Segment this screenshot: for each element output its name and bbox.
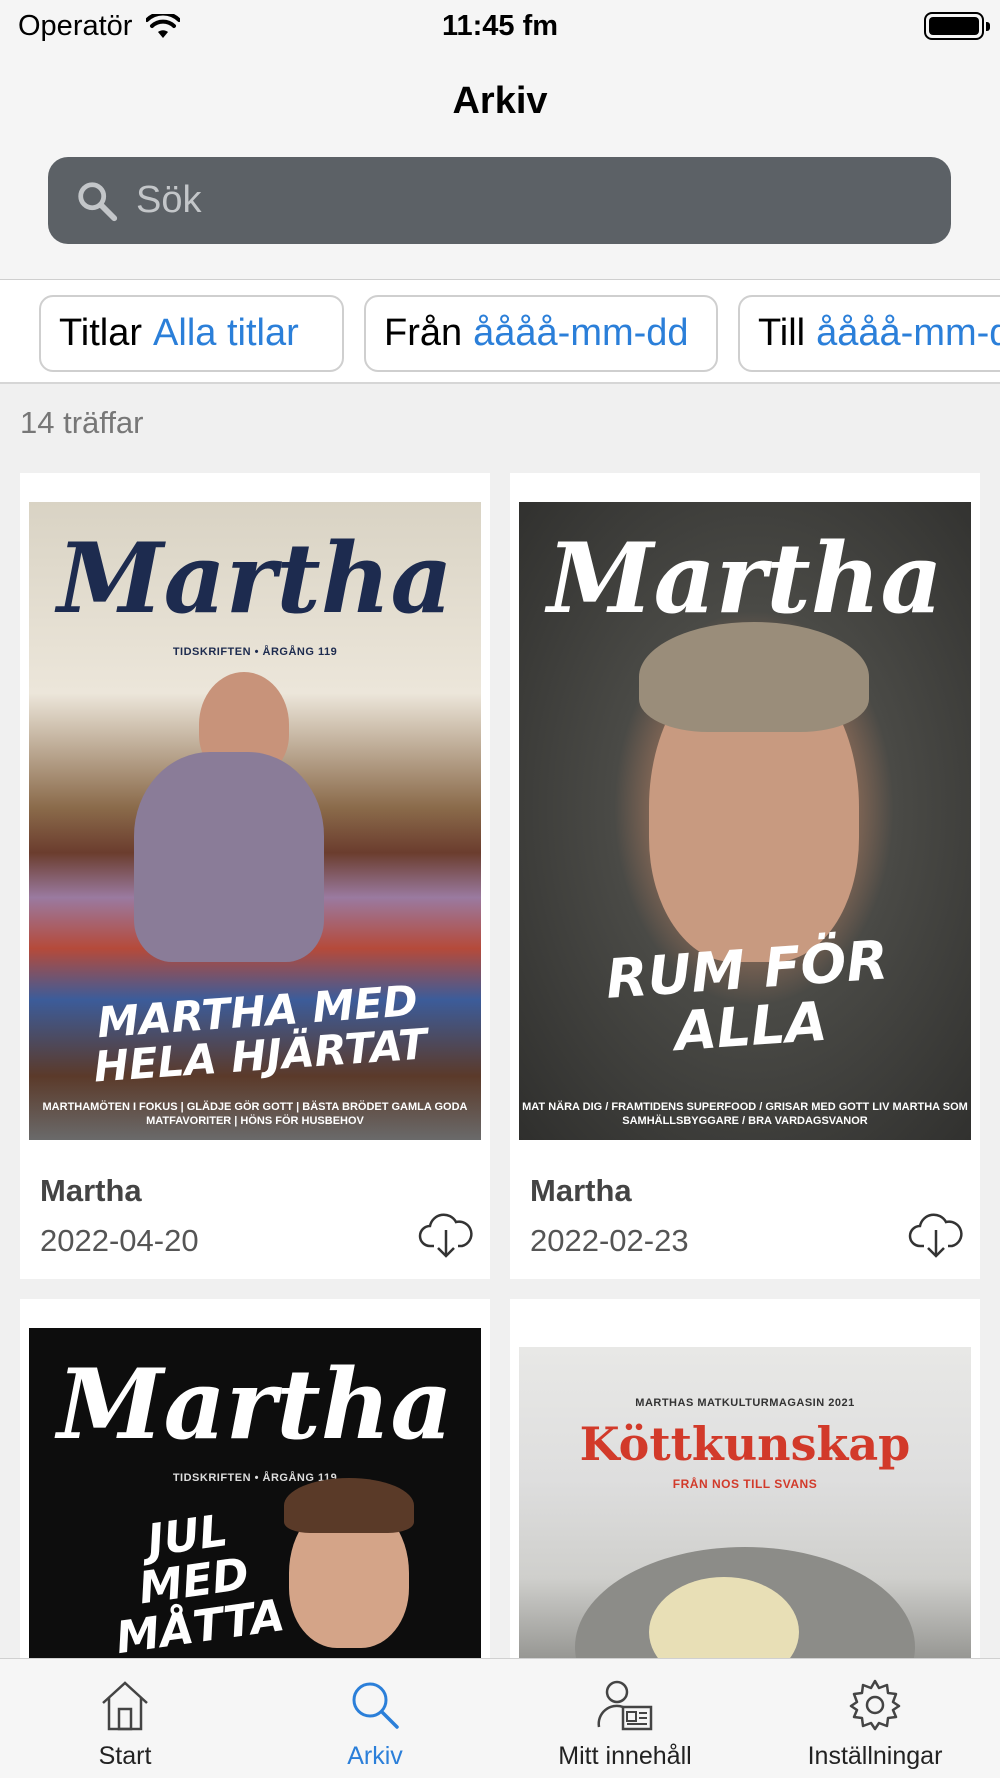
cloud-download-icon[interactable] — [418, 1208, 474, 1260]
tab-installningar[interactable]: Inställningar — [750, 1659, 1000, 1778]
cover-headline: JUL MED MÅTTA — [112, 1505, 288, 1658]
search-icon — [78, 181, 118, 221]
tab-arkiv[interactable]: Arkiv — [250, 1659, 500, 1778]
cover-photo-sweater — [134, 752, 324, 962]
issue-cover[interactable]: Martha TIDSKRIFTEN • ÅRGÅNG 119 JUL MED … — [29, 1328, 481, 1658]
search-placeholder: Sök — [136, 179, 202, 221]
cover-logo: Martha — [57, 522, 453, 635]
status-time: 11:45 fm — [441, 10, 559, 42]
filter-to-value: åååå-mm-dd — [816, 312, 1000, 354]
cover-photo-hair — [639, 622, 869, 732]
status-bar: Operatör 11:45 fm — [0, 0, 1000, 52]
issue-card[interactable]: Martha TIDSKRIFTEN • ÅRGÅNG 119 MARTHA M… — [20, 473, 490, 1279]
filter-to[interactable]: Till åååå-mm-dd — [738, 295, 1000, 372]
issue-card[interactable]: Martha TIDSKRIFTEN • ÅRGÅNG 119 RUM FÖR … — [510, 473, 980, 1279]
filter-to-label: Till — [758, 312, 806, 354]
tab-mitt-innehall-label: Mitt innehåll — [558, 1742, 692, 1770]
cover-footnote: MAT NÄRA DIG / FRAMTIDENS SUPERFOOD / GR… — [522, 1101, 968, 1128]
tab-bar: Start Arkiv Mitt innehåll Inställningar — [0, 1658, 1000, 1778]
cover-headline: MARTHA MED HELA HJÄRTAT — [92, 975, 429, 1092]
filter-from-label: Från — [384, 312, 463, 354]
home-icon — [102, 1681, 148, 1731]
cover-photo-hair — [284, 1478, 414, 1533]
battery-icon — [924, 12, 990, 40]
filter-from-value: åååå-mm-dd — [473, 312, 689, 354]
header: Arkiv Sök — [0, 52, 1000, 280]
search-icon — [352, 1682, 399, 1729]
result-count: 14 träffar — [20, 405, 144, 440]
cover-subline: TIDSKRIFTEN • ÅRGÅNG 119 — [172, 1472, 338, 1484]
tab-installningar-label: Inställningar — [807, 1742, 943, 1770]
cover-headline: RUM FÖR ALLA — [603, 928, 890, 1063]
person-newspaper-icon — [597, 1680, 653, 1731]
cover-footnote: MARTHAMÖTEN I FOKUS | GLÄDJE GÖR GOTT | … — [42, 1101, 468, 1128]
issue-cover[interactable]: Martha TIDSKRIFTEN • ÅRGÅNG 119 RUM FÖR … — [519, 502, 971, 1140]
cover-logo: Köttkunskap — [579, 1417, 911, 1471]
filter-bar: Titlar Alla titlar Från åååå-mm-dd Till … — [0, 280, 1000, 384]
filter-from[interactable]: Från åååå-mm-dd — [364, 295, 718, 372]
tab-mitt-innehall[interactable]: Mitt innehåll — [500, 1659, 750, 1778]
tab-arkiv-label: Arkiv — [347, 1742, 403, 1770]
cover-kicker: MARTHAS MATKULTURMAGASIN 2021 — [635, 1397, 855, 1409]
search-input[interactable]: Sök — [48, 157, 951, 244]
tab-start[interactable]: Start — [0, 1659, 250, 1778]
cover-subline: TIDSKRIFTEN • ÅRGÅNG 119 — [172, 646, 338, 658]
issue-title: Martha — [40, 1173, 142, 1208]
cloud-download-icon[interactable] — [908, 1208, 964, 1260]
filter-titles-value: Alla titlar — [153, 312, 299, 354]
issue-title: Martha — [530, 1173, 632, 1208]
issue-card[interactable]: Martha TIDSKRIFTEN • ÅRGÅNG 119 JUL MED … — [20, 1299, 490, 1658]
tab-start-label: Start — [98, 1742, 152, 1770]
issue-cover[interactable]: MARTHAS MATKULTURMAGASIN 2021 Köttkunska… — [519, 1347, 971, 1658]
cover-logo: Martha — [57, 1348, 453, 1461]
issue-date: 2022-02-23 — [530, 1223, 689, 1258]
cover-logo: Martha — [547, 522, 943, 635]
filter-titles-label: Titlar — [59, 312, 143, 354]
issue-card[interactable]: MARTHAS MATKULTURMAGASIN 2021 Köttkunska… — [510, 1299, 980, 1658]
gear-icon — [849, 1679, 901, 1731]
cover-subline: FRÅN NOS TILL SVANS — [672, 1477, 818, 1491]
issue-date: 2022-04-20 — [40, 1223, 199, 1258]
filter-titles[interactable]: Titlar Alla titlar — [39, 295, 344, 372]
issue-cover[interactable]: Martha TIDSKRIFTEN • ÅRGÅNG 119 MARTHA M… — [29, 502, 481, 1140]
page-title: Arkiv — [452, 80, 548, 122]
